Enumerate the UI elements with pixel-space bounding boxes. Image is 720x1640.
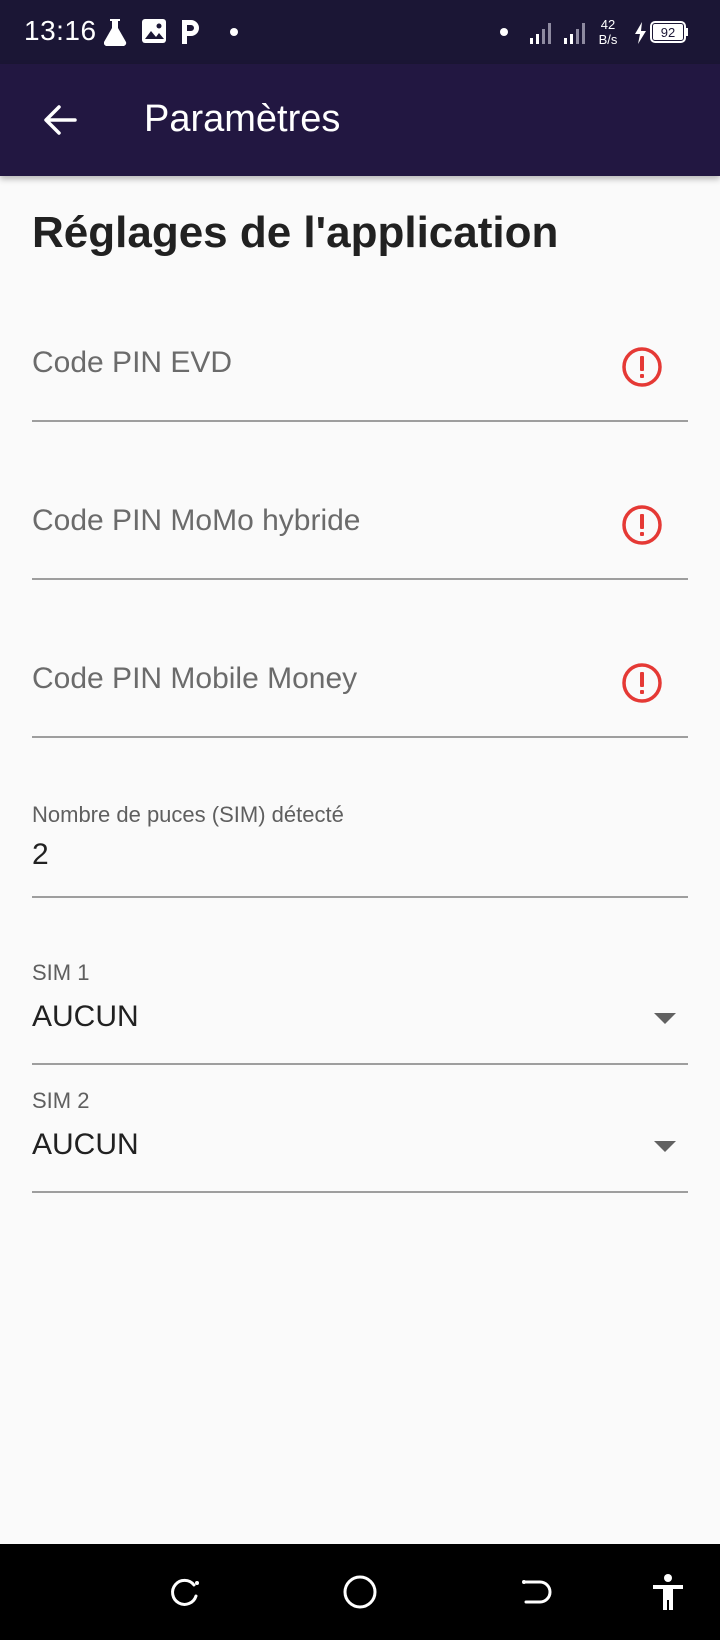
chevron-down-icon — [654, 1013, 676, 1024]
lab-flask-icon — [103, 19, 127, 47]
parking-icon — [182, 20, 199, 44]
back-nav-button[interactable] — [510, 1566, 562, 1618]
home-button[interactable] — [334, 1566, 386, 1618]
battery-level: 92 — [661, 25, 675, 40]
home-icon — [343, 1575, 377, 1609]
sim2-label: SIM 2 — [32, 1088, 90, 1113]
sim-count-field: Nombre de puces (SIM) détecté 2 — [32, 802, 688, 898]
sim2-value: AUCUN — [32, 1128, 139, 1161]
battery-icon: 92 — [650, 21, 688, 43]
pin-momo-hybrid-field[interactable]: Code PIN MoMo hybride — [32, 484, 688, 580]
back-icon — [522, 1580, 552, 1604]
charging-icon — [635, 22, 646, 44]
accessibility-icon — [653, 1574, 683, 1610]
sim-count-value: 2 — [32, 838, 49, 871]
signal-icon — [564, 23, 585, 44]
system-nav-bar — [0, 1544, 720, 1640]
accessibility-button[interactable] — [642, 1566, 694, 1618]
image-icon — [142, 19, 166, 43]
error-alert-icon — [622, 663, 662, 703]
error-alert-icon — [622, 505, 662, 545]
sim1-value: AUCUN — [32, 1000, 139, 1033]
status-time: 13:16 — [24, 15, 97, 46]
error-alert-icon — [622, 347, 662, 387]
status-bar: 13:16 42 B/s 92 — [0, 0, 720, 64]
app-bar: Paramètres — [0, 64, 720, 176]
dot-icon — [500, 28, 508, 36]
arrow-left-icon — [44, 105, 77, 135]
recent-apps-icon — [171, 1578, 199, 1606]
sim1-dropdown[interactable]: SIM 1 AUCUN — [32, 960, 688, 1065]
pin-mobile-money-placeholder: Code PIN Mobile Money — [32, 662, 358, 695]
network-speed-unit: B/s — [599, 32, 618, 47]
pin-evd-field[interactable]: Code PIN EVD — [32, 326, 688, 422]
status-notification-icons — [103, 17, 244, 47]
settings-heading: Réglages de l'application — [32, 208, 559, 257]
sim1-label: SIM 1 — [32, 960, 90, 985]
pin-momo-hybrid-placeholder: Code PIN MoMo hybride — [32, 504, 361, 537]
recent-apps-button[interactable] — [158, 1566, 210, 1618]
sim-count-label: Nombre de puces (SIM) détecté — [32, 802, 344, 827]
pin-mobile-money-field[interactable]: Code PIN Mobile Money — [32, 642, 688, 738]
status-system-icons: 42 B/s 92 — [496, 16, 696, 48]
chevron-down-icon — [654, 1141, 676, 1152]
sim2-dropdown[interactable]: SIM 2 AUCUN — [32, 1088, 688, 1193]
dot-icon — [230, 28, 238, 36]
page-title: Paramètres — [144, 98, 341, 140]
pin-evd-placeholder: Code PIN EVD — [32, 346, 233, 379]
network-speed-value: 42 — [601, 17, 615, 32]
back-button[interactable] — [28, 88, 92, 152]
signal-icon — [530, 23, 551, 44]
